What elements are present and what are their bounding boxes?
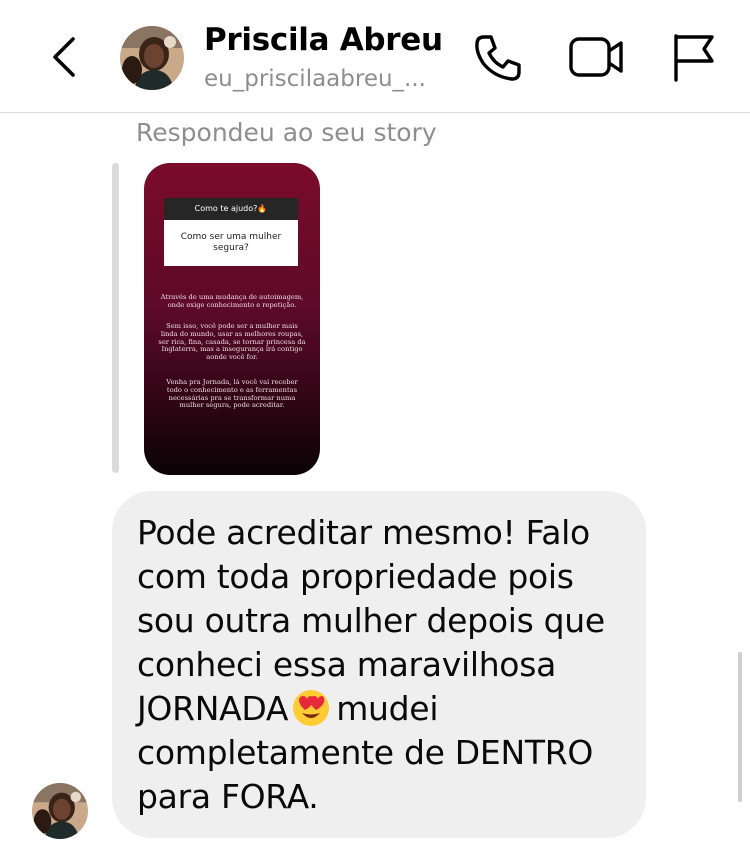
video-camera-icon	[569, 37, 623, 77]
story-preview[interactable]: Como te ajudo?🔥 Como ser uma mulher segu…	[144, 163, 320, 475]
avatar-photo	[32, 783, 88, 839]
story-text-paragraph: Através de uma mudança de autoimagem, on…	[160, 293, 304, 309]
contact-username[interactable]: eu_priscilaabreu_...	[204, 66, 440, 92]
avatar-photo	[120, 26, 184, 90]
report-button[interactable]	[668, 30, 718, 84]
story-text-paragraph: Sem isso, você pode ser a mulher mais li…	[158, 322, 306, 362]
message-bubble[interactable]: Pode acreditar mesmo! Falo com toda prop…	[112, 491, 646, 838]
reply-quote-bar	[112, 163, 119, 473]
phone-icon	[475, 35, 521, 81]
chevron-left-icon	[53, 37, 75, 77]
heart-eyes-emoji-icon	[293, 690, 330, 726]
contact-name[interactable]: Priscila Abreu	[204, 22, 443, 58]
voice-call-button[interactable]	[470, 30, 526, 86]
flag-icon	[674, 34, 714, 82]
question-sticker-answer: Como ser uma mulher segura?	[164, 220, 298, 266]
scrollbar[interactable]	[738, 652, 742, 802]
sender-avatar[interactable]	[32, 783, 88, 839]
chat-header: Priscila Abreu eu_priscilaabreu_...	[0, 0, 750, 113]
question-sticker-header: Como te ajudo?🔥	[164, 198, 298, 220]
message-text: Pode acreditar mesmo! Falo com toda prop…	[137, 511, 624, 819]
back-button[interactable]	[46, 34, 86, 80]
story-reply-caption: Respondeu ao seu story	[136, 118, 437, 147]
video-call-button[interactable]	[566, 32, 626, 82]
story-text-paragraph: Venha pra Jornada, lá você vai receber t…	[166, 378, 298, 410]
contact-avatar[interactable]	[120, 26, 184, 90]
